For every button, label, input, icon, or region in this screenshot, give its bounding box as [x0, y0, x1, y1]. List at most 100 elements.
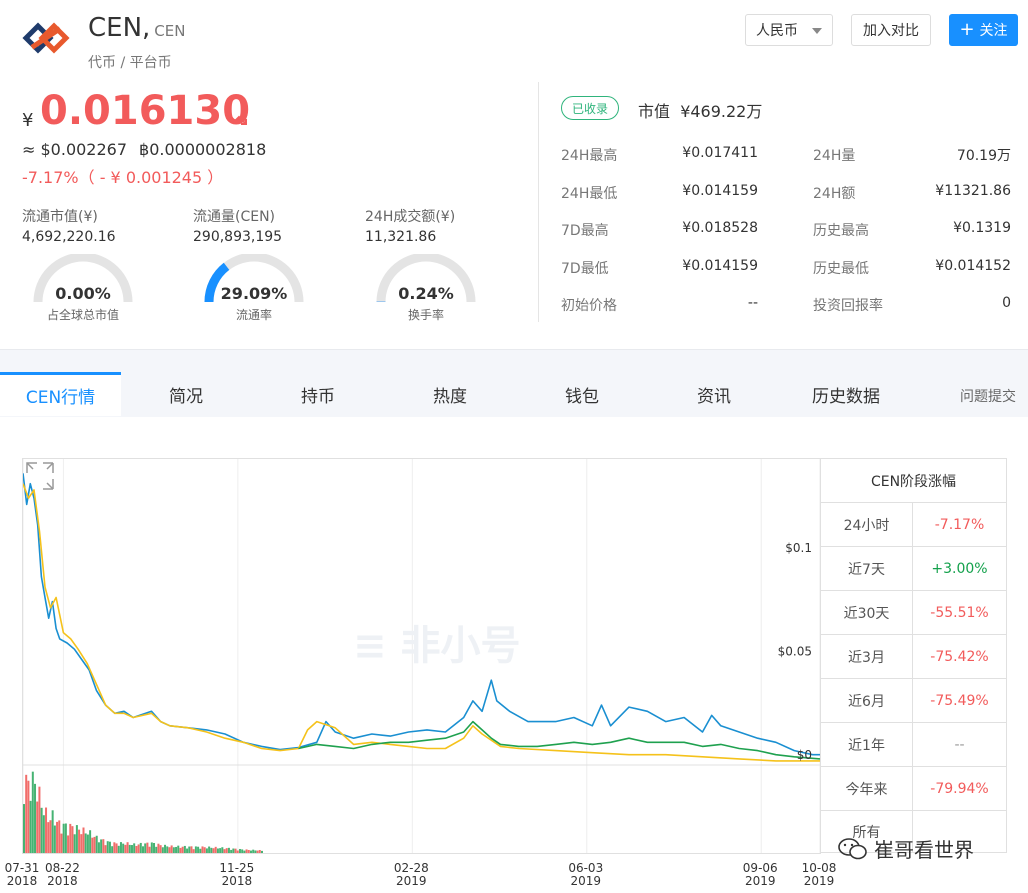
volume-bar [119, 842, 122, 853]
currency-select[interactable]: 人民币 [745, 14, 833, 46]
volume-bar [128, 844, 131, 853]
tab-holdings[interactable]: 持币 [258, 372, 378, 416]
volume-bar [144, 843, 147, 853]
x-tick-label: 07-31 2018 [4, 861, 40, 888]
volume-bar [141, 846, 144, 853]
gauge-value: 29.09% [220, 284, 288, 303]
tab-history[interactable]: 历史数据 [786, 372, 906, 416]
series-line-2 [298, 720, 820, 760]
volume-bar [29, 800, 32, 853]
stat-value: 4,692,220.16 [22, 229, 116, 245]
volume-bar [84, 833, 87, 853]
stat-value: ¥0.014159 [682, 183, 758, 199]
table-row: 今年来 -79.94% [821, 767, 1006, 811]
volume-bar [230, 849, 233, 853]
volume-bar [179, 847, 182, 853]
volume-bar [146, 842, 149, 853]
volume-bar [175, 846, 178, 853]
volume-bar [208, 846, 211, 853]
tab-news[interactable]: 资讯 [654, 372, 774, 416]
price-usd: ≈ $0.002267 [22, 140, 128, 159]
volume-bar [168, 847, 171, 853]
volume-bar [159, 845, 162, 853]
volume-bar [157, 843, 160, 853]
gauge-label: 流通率 [235, 308, 272, 322]
stat-label: 24H额 [813, 186, 856, 202]
volume-bar [249, 850, 252, 853]
volume-bar [62, 823, 65, 853]
volume-bar [67, 835, 70, 853]
volume-bar [31, 771, 34, 853]
volume-bar [71, 826, 74, 853]
trend-down-icon [228, 112, 248, 132]
volume-bar [186, 848, 189, 853]
volume-bar [236, 850, 239, 853]
volume-bar [148, 846, 151, 853]
stat-label: 初始价格 [561, 298, 617, 314]
volume-bar [205, 848, 208, 853]
chart-watermark: ≡ 非小号 [353, 623, 520, 669]
volume-bar [104, 845, 107, 853]
tab-popularity[interactable]: 热度 [390, 372, 510, 416]
volume-bar [243, 850, 246, 853]
wechat-icon [838, 837, 867, 859]
volume-bar [203, 847, 206, 853]
stat-value: 70.19万 [956, 148, 1011, 164]
current-price: 0.016130 [40, 88, 251, 134]
tab-wallet[interactable]: 钱包 [522, 372, 642, 416]
tab-market[interactable]: CEN行情 [0, 372, 121, 416]
x-tick-label: 10-08 2019 [801, 861, 837, 888]
follow-button[interactable]: + 关注 [949, 14, 1018, 46]
listed-badge: 已收录 [561, 96, 620, 120]
volume-bar [214, 846, 217, 853]
volume-bar [111, 846, 114, 853]
volume-bar [241, 849, 244, 853]
volume-bar [78, 829, 81, 853]
volume-bar [238, 848, 241, 853]
stat-value: ¥0.014159 [682, 258, 758, 274]
volume-bar [139, 842, 142, 853]
price-change: -7.17%（ - ¥ 0.001245 ） [22, 168, 224, 187]
stat-value: ¥0.018528 [682, 220, 758, 236]
volume-bar [60, 833, 63, 853]
volume-bar [227, 847, 230, 853]
volume-bar [166, 846, 169, 853]
performance-title: CEN阶段涨幅 [821, 459, 1006, 503]
volume-bar [23, 804, 25, 853]
volume-bar [108, 841, 111, 853]
volume-bar [170, 845, 173, 853]
stat-label: 投资回报率 [813, 298, 883, 314]
gauge-value: 0.24% [398, 284, 454, 303]
series-line-0 [23, 473, 820, 756]
section-divider [538, 82, 539, 322]
volume-bar [225, 848, 228, 853]
tab-overview[interactable]: 简况 [126, 372, 246, 416]
coin-logo [22, 18, 72, 58]
table-row: 近3月 -75.42% [821, 635, 1006, 679]
volume-bar [247, 849, 250, 853]
volume-bar [115, 843, 118, 853]
volume-bar [69, 823, 72, 853]
price-chart[interactable]: ≡ 非小号 $0.1 $0.05 $0 [22, 458, 821, 854]
gauge-label: 占全球总市值 [46, 308, 119, 322]
stat-value: 11,321.86 [365, 229, 437, 245]
volume-bar [161, 847, 164, 853]
volume-bar [40, 807, 43, 853]
compare-button[interactable]: 加入对比 [851, 14, 931, 46]
chevron-down-icon [812, 28, 822, 34]
stat-value: 290,893,195 [193, 229, 283, 245]
stat-value: ¥0.014152 [935, 258, 1011, 274]
currency-symbol: ¥ [22, 110, 34, 131]
volume-bar [232, 848, 235, 853]
coin-category: 代币 / 平台币 [88, 55, 172, 71]
volume-bar [36, 801, 39, 853]
volume-bar [93, 836, 96, 853]
volume-bar [219, 848, 222, 853]
volume-bar [82, 827, 85, 853]
turnover-gauge: 0.24% 换手率 [375, 252, 477, 324]
price-chart-canvas: ≡ 非小号 $0.1 $0.05 $0 [23, 459, 820, 853]
y-tick-label: $0.05 [778, 645, 812, 659]
volume-bar [38, 786, 41, 853]
volume-bar [51, 810, 54, 853]
feedback-link[interactable]: 问题提交 [960, 386, 1016, 406]
